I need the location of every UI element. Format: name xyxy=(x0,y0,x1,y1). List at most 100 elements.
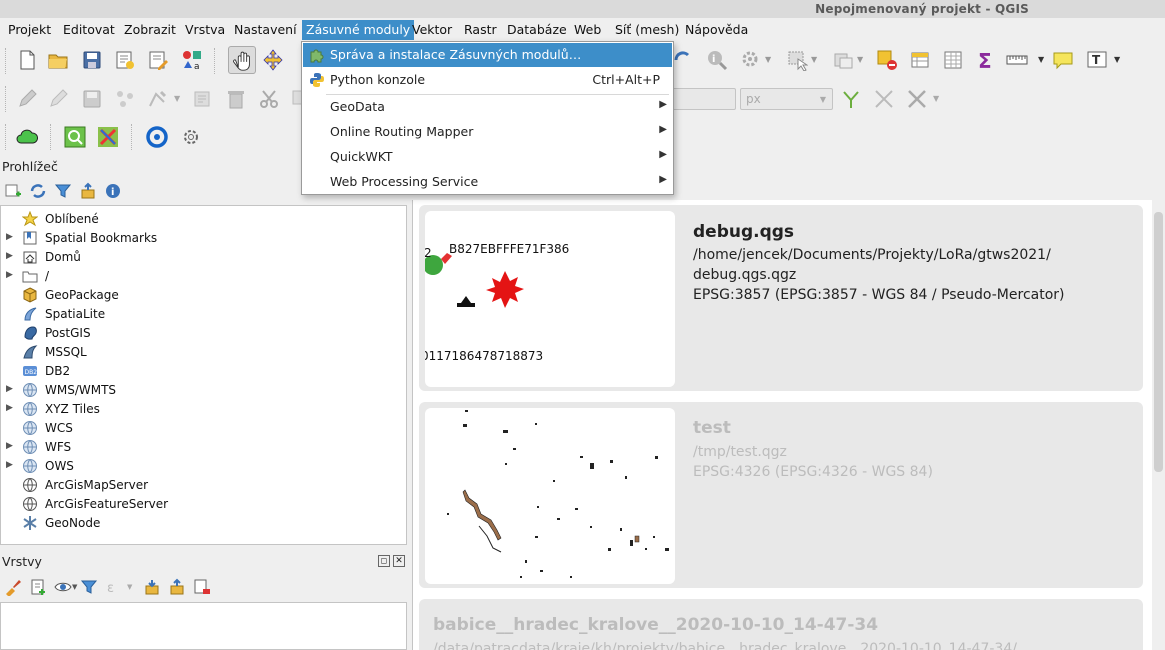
tree-item-arcgis-featureserver[interactable]: ArcGisFeatureServer xyxy=(1,494,406,513)
pan-to-selection-icon[interactable] xyxy=(262,49,284,71)
toolbar-handle[interactable] xyxy=(5,48,9,74)
menu-vektor[interactable]: Vektor xyxy=(408,20,456,40)
menu-rastr[interactable]: Rastr xyxy=(460,20,501,40)
tree-item-arcgis-mapserver[interactable]: ArcGisMapServer xyxy=(1,475,406,494)
menu-item-quickwkt[interactable]: QuickWKT ▶ xyxy=(303,145,672,169)
filter-legend-icon[interactable] xyxy=(80,578,98,596)
tree-item-wfs[interactable]: ▶ WFS xyxy=(1,437,406,456)
vertex-tool-icon[interactable] xyxy=(147,88,169,110)
collapse-all-icon[interactable] xyxy=(79,182,97,200)
menu-vrstva[interactable]: Vrstva xyxy=(181,20,229,40)
expand-arrow-icon[interactable]: ▶ xyxy=(6,251,13,261)
tree-item-geopackage[interactable]: GeoPackage xyxy=(1,285,406,304)
deselect-all-icon[interactable] xyxy=(876,49,898,71)
online-routing-mapper-icon[interactable] xyxy=(97,126,119,148)
tree-item-wms-wmts[interactable]: ▶ WMS/WMTS xyxy=(1,380,406,399)
zoom-last-icon[interactable] xyxy=(672,49,694,71)
visibility-eye-icon[interactable] xyxy=(54,578,72,596)
current-edits-icon[interactable] xyxy=(16,88,38,110)
digitize-tracing-icon[interactable] xyxy=(840,88,862,110)
tree-item-mssql[interactable]: MSSQL xyxy=(1,342,406,361)
recent-project-card[interactable]: babice__hradec_kralove__2020-10-10_14-47… xyxy=(419,599,1143,650)
delete-selected-icon[interactable] xyxy=(225,88,247,110)
chevron-down-icon[interactable]: ▼ xyxy=(811,55,817,64)
map-tips-icon[interactable] xyxy=(1052,49,1074,71)
toggle-editing-icon[interactable] xyxy=(47,88,69,110)
measure-line-icon[interactable] xyxy=(1006,49,1028,71)
tree-item-oblibene[interactable]: Oblíbené xyxy=(1,209,406,228)
collapse-all-layers-icon[interactable] xyxy=(168,578,186,596)
tree-item-postgis[interactable]: PostGIS xyxy=(1,323,406,342)
actions-icon[interactable] xyxy=(740,49,762,71)
cut-features-icon[interactable] xyxy=(258,88,280,110)
layout-manager-icon[interactable] xyxy=(147,49,169,71)
menu-sit-mesh[interactable]: Síť (mesh) xyxy=(611,20,683,40)
menu-nastaveni[interactable]: Nastavení xyxy=(230,20,301,40)
remove-layer-icon[interactable] xyxy=(193,578,211,596)
add-feature-icon[interactable] xyxy=(114,88,136,110)
identify-icon[interactable]: i xyxy=(706,49,728,71)
chevron-down-icon[interactable]: ▼ xyxy=(127,583,132,591)
style-manager-icon[interactable]: a xyxy=(181,49,203,71)
save-project-icon[interactable] xyxy=(81,49,103,71)
tree-item-spatial-bookmarks[interactable]: ▶ Spatial Bookmarks xyxy=(1,228,406,247)
info-icon[interactable]: i xyxy=(104,182,122,200)
menu-item-online-routing-mapper[interactable]: Online Routing Mapper ▶ xyxy=(303,120,672,144)
toolbar-handle[interactable] xyxy=(5,86,9,112)
menu-projekt[interactable]: Projekt xyxy=(4,20,55,40)
undock-icon[interactable]: ◻ xyxy=(378,555,390,567)
modify-attributes-icon[interactable] xyxy=(192,88,214,110)
expand-arrow-icon[interactable]: ▶ xyxy=(6,232,13,242)
menu-editovat[interactable]: Editovat xyxy=(59,20,119,40)
chevron-down-icon[interactable]: ▼ xyxy=(933,94,939,103)
filter-icon[interactable] xyxy=(54,182,72,200)
add-group-icon[interactable] xyxy=(29,578,47,596)
geodata-plugin-icon[interactable] xyxy=(146,126,168,148)
new-print-layout-icon[interactable] xyxy=(114,49,136,71)
tree-item-ows[interactable]: ▶ OWS xyxy=(1,456,406,475)
recent-project-card[interactable]: B827EBFFFE71F386 2 0117186478718873 debu… xyxy=(419,205,1143,391)
field-calculator-icon[interactable] xyxy=(942,49,964,71)
wps-gear-icon[interactable] xyxy=(180,126,202,148)
chevron-down-icon[interactable]: ▼ xyxy=(765,55,771,64)
menu-zasuvne-moduly[interactable]: Zásuvné moduly xyxy=(302,20,415,40)
expand-arrow-icon[interactable]: ▶ xyxy=(6,403,13,413)
text-annotation-icon[interactable]: T xyxy=(1086,49,1108,71)
expand-arrow-icon[interactable]: ▶ xyxy=(6,441,13,451)
menu-item-geodata[interactable]: GeoData ▶ xyxy=(303,95,672,119)
pan-map-icon[interactable] xyxy=(228,46,256,74)
menu-napoveda[interactable]: Nápověda xyxy=(681,20,752,40)
unit-select[interactable]: px ▼ xyxy=(740,88,833,110)
expand-arrow-icon[interactable]: ▶ xyxy=(6,384,13,394)
tree-item-db2[interactable]: DB2 DB2 xyxy=(1,361,406,380)
tree-item-geonode[interactable]: GeoNode xyxy=(1,513,406,532)
open-attribute-table-icon[interactable] xyxy=(909,49,931,71)
menu-item-manage-plugins[interactable]: Správa a instalace Zásuvných modulů… xyxy=(303,43,672,67)
recent-project-card[interactable]: test /tmp/test.qgz EPSG:4326 (EPSG:4326 … xyxy=(419,402,1143,588)
expand-arrow-icon[interactable]: ▶ xyxy=(6,270,13,280)
tree-item-wcs[interactable]: WCS xyxy=(1,418,406,437)
toolbar-handle[interactable] xyxy=(5,124,9,150)
expand-all-icon[interactable] xyxy=(143,578,161,596)
close-icon[interactable]: ✕ xyxy=(393,555,405,567)
menu-zobrazit[interactable]: Zobrazit xyxy=(120,20,180,40)
select-features-icon[interactable] xyxy=(786,49,808,71)
tree-item-root[interactable]: ▶ / xyxy=(1,266,406,285)
save-edits-icon[interactable] xyxy=(81,88,103,110)
layer-styling-icon[interactable] xyxy=(4,578,22,596)
tree-item-domu[interactable]: ▶ Domů xyxy=(1,247,406,266)
chevron-down-icon[interactable]: ▼ xyxy=(1038,55,1044,64)
chevron-down-icon[interactable]: ▼ xyxy=(174,94,180,103)
expand-arrow-icon[interactable]: ▶ xyxy=(6,460,13,470)
size-spinbox[interactable] xyxy=(672,88,736,110)
chevron-down-icon[interactable]: ▼ xyxy=(857,55,863,64)
tree-item-xyz-tiles[interactable]: ▶ XYZ Tiles xyxy=(1,399,406,418)
split-features-icon[interactable] xyxy=(906,88,928,110)
menu-web[interactable]: Web xyxy=(570,20,605,40)
filter-expression-icon[interactable]: ε xyxy=(105,578,123,596)
select-by-value-icon[interactable] xyxy=(832,49,854,71)
chevron-down-icon[interactable]: ▼ xyxy=(1114,55,1120,64)
tree-item-spatialite[interactable]: SpatiaLite xyxy=(1,304,406,323)
chevron-down-icon[interactable]: ▼ xyxy=(72,583,77,591)
menu-item-python-console[interactable]: Python konzole Ctrl+Alt+P xyxy=(303,68,672,92)
